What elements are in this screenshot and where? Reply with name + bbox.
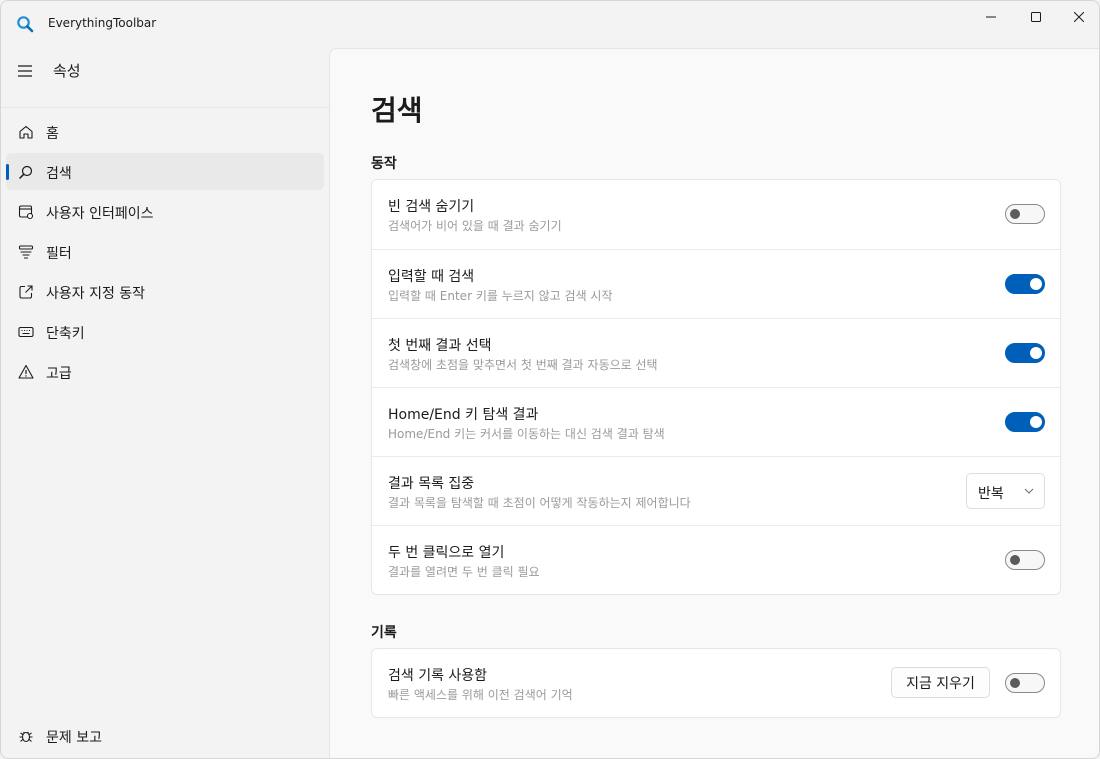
result-list-focus-dropdown[interactable]: 반복	[966, 473, 1045, 509]
setting-title: 두 번 클릭으로 열기	[388, 545, 505, 561]
history-settings-card: 검색 기록 사용함 빠른 액세스를 위해 이전 검색어 기억 지금 지우기	[371, 648, 1061, 718]
setting-title: 첫 번째 결과 선택	[388, 338, 492, 354]
setting-description: 빠른 액세스를 위해 이전 검색어 기억	[388, 688, 573, 702]
chevron-down-icon	[1024, 488, 1034, 494]
toggle-knob	[1010, 555, 1020, 565]
warning-icon	[18, 364, 34, 379]
nav-item-custom-actions[interactable]: 사용자 지정 동작	[6, 273, 324, 310]
setting-title: 빈 검색 숨기기	[388, 199, 475, 215]
setting-description: 결과 목록을 탐색할 때 초점이 어떻게 작동하는지 제어합니다	[388, 496, 691, 510]
bug-icon	[19, 731, 33, 743]
home-end-navigation-toggle[interactable]	[1005, 412, 1045, 432]
page-title: 검색	[371, 94, 423, 127]
maximize-button[interactable]	[1013, 1, 1059, 33]
double-click-open-toggle[interactable]	[1005, 550, 1045, 570]
nav-item-filter[interactable]: 필터	[6, 233, 324, 270]
setting-title: 입력할 때 검색	[388, 269, 475, 285]
setting-title: Home/End 키 탐색 결과	[388, 407, 539, 423]
close-icon	[1074, 12, 1084, 22]
nav-item-report-issue[interactable]: 문제 보고	[6, 717, 324, 754]
hide-empty-search-toggle[interactable]	[1005, 204, 1045, 224]
nav-item-label: 문제 보고	[46, 730, 102, 746]
section-title-behavior: 동작	[371, 156, 397, 172]
search-icon	[19, 165, 33, 179]
window-title: EverythingToolbar	[48, 16, 157, 30]
setting-row-select-first-result: 첫 번째 결과 선택 검색창에 초점을 맞추면서 첫 번째 결과 자동으로 선택	[372, 318, 1060, 387]
nav-menu-button[interactable]	[11, 57, 39, 85]
setting-description: 입력할 때 Enter 키를 누르지 않고 검색 시작	[388, 289, 613, 303]
nav-item-shortcuts[interactable]: 단축키	[6, 313, 324, 350]
nav-item-label: 필터	[46, 246, 72, 262]
behavior-settings-card: 빈 검색 숨기기 검색어가 비어 있을 때 결과 숨기기 입력할 때 검색 입력…	[371, 179, 1061, 595]
settings-content: 검색 동작 빈 검색 숨기기 검색어가 비어 있을 때 결과 숨기기 입력할 때…	[329, 48, 1099, 758]
nav-item-label: 단축키	[46, 326, 85, 342]
setting-description: 결과를 열려면 두 번 클릭 필요	[388, 565, 540, 579]
close-button[interactable]	[1056, 1, 1099, 33]
hamburger-icon	[18, 65, 32, 77]
app-search-icon	[17, 16, 34, 33]
search-history-toggle[interactable]	[1005, 673, 1045, 693]
app-window: EverythingToolbar 속성 홈 검색 사용자 인터페이스 필터 사…	[0, 0, 1100, 759]
minimize-icon	[986, 16, 996, 18]
setting-description: Home/End 키는 커서를 이동하는 대신 검색 결과 탐색	[388, 427, 665, 441]
home-icon	[19, 125, 33, 139]
toggle-knob	[1010, 209, 1020, 219]
toggle-knob	[1030, 416, 1042, 428]
section-title-history: 기록	[371, 625, 397, 641]
dropdown-value: 반복	[978, 486, 1004, 502]
nav-divider	[1, 107, 329, 108]
nav-item-label: 사용자 지정 동작	[46, 286, 146, 302]
search-as-you-type-toggle[interactable]	[1005, 274, 1045, 294]
title-bar[interactable]: EverythingToolbar	[1, 1, 1099, 47]
setting-row-home-end-navigation: Home/End 키 탐색 결과 Home/End 키는 커서를 이동하는 대신…	[372, 387, 1060, 456]
setting-row-hide-empty-search: 빈 검색 숨기기 검색어가 비어 있을 때 결과 숨기기	[372, 180, 1060, 249]
keyboard-icon	[18, 326, 34, 338]
setting-row-double-click-open: 두 번 클릭으로 열기 결과를 열려면 두 번 클릭 필요	[372, 525, 1060, 594]
open-external-icon	[19, 285, 33, 299]
minimize-button[interactable]	[968, 1, 1014, 33]
select-first-result-toggle[interactable]	[1005, 343, 1045, 363]
setting-title: 검색 기록 사용함	[388, 668, 488, 684]
nav-item-user-interface[interactable]: 사용자 인터페이스	[6, 193, 324, 230]
maximize-icon	[1031, 12, 1041, 22]
toggle-knob	[1030, 278, 1042, 290]
setting-row-result-list-focus: 결과 목록 집중 결과 목록을 탐색할 때 초점이 어떻게 작동하는지 제어합니…	[372, 456, 1060, 525]
toggle-knob	[1010, 678, 1020, 688]
setting-description: 검색창에 초점을 맞추면서 첫 번째 결과 자동으로 선택	[388, 358, 658, 372]
nav-item-label: 검색	[46, 166, 72, 182]
setting-row-search-history: 검색 기록 사용함 빠른 액세스를 위해 이전 검색어 기억 지금 지우기	[372, 649, 1060, 717]
clear-history-button[interactable]: 지금 지우기	[891, 667, 990, 698]
nav-item-search[interactable]: 검색	[6, 153, 324, 190]
nav-item-label: 고급	[46, 366, 72, 382]
nav-item-label: 사용자 인터페이스	[46, 206, 154, 222]
filter-icon	[18, 245, 34, 259]
nav-header: 속성	[53, 62, 81, 80]
nav-item-home[interactable]: 홈	[6, 113, 324, 150]
toggle-knob	[1030, 347, 1042, 359]
selection-indicator	[6, 164, 9, 180]
setting-title: 결과 목록 집중	[388, 476, 475, 492]
setting-row-search-as-you-type: 입력할 때 검색 입력할 때 Enter 키를 누르지 않고 검색 시작	[372, 249, 1060, 318]
nav-item-advanced[interactable]: 고급	[6, 353, 324, 390]
setting-description: 검색어가 비어 있을 때 결과 숨기기	[388, 219, 562, 233]
nav-item-label: 홈	[46, 126, 59, 142]
ui-settings-icon	[18, 205, 34, 220]
